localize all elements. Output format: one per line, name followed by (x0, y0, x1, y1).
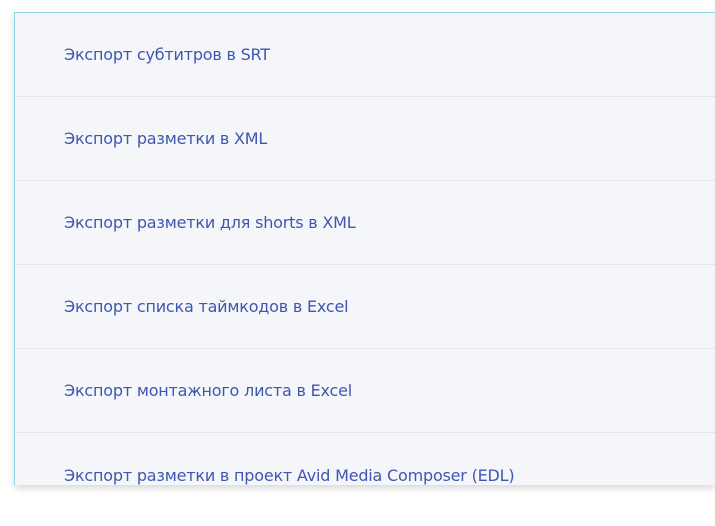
menu-item-label: Экспорт разметки в XML (64, 129, 268, 148)
menu-item-export-edit-sheet-excel[interactable]: Экспорт монтажного листа в Excel (15, 349, 715, 433)
page-background: Экспорт субтитров в SRT Экспорт разметки… (0, 0, 715, 526)
menu-item-export-avid-edl[interactable]: Экспорт разметки в проект Avid Media Com… (15, 433, 715, 517)
menu-item-label: Экспорт монтажного листа в Excel (64, 381, 352, 400)
menu-item-export-timecodes-excel[interactable]: Экспорт списка таймкодов в Excel (15, 265, 715, 349)
menu-item-export-subtitles-srt[interactable]: Экспорт субтитров в SRT (15, 13, 715, 97)
menu-item-export-shorts-markup-xml[interactable]: Экспорт разметки для shorts в XML (15, 181, 715, 265)
menu-item-label: Экспорт разметки в проект Avid Media Com… (64, 465, 515, 485)
menu-item-label: Экспорт разметки для shorts в XML (64, 213, 356, 232)
menu-item-export-markup-xml[interactable]: Экспорт разметки в XML (15, 97, 715, 181)
menu-item-label: Экспорт списка таймкодов в Excel (64, 297, 349, 316)
export-dropdown-menu: Экспорт субтитров в SRT Экспорт разметки… (14, 12, 715, 485)
menu-item-label: Экспорт субтитров в SRT (64, 45, 270, 64)
